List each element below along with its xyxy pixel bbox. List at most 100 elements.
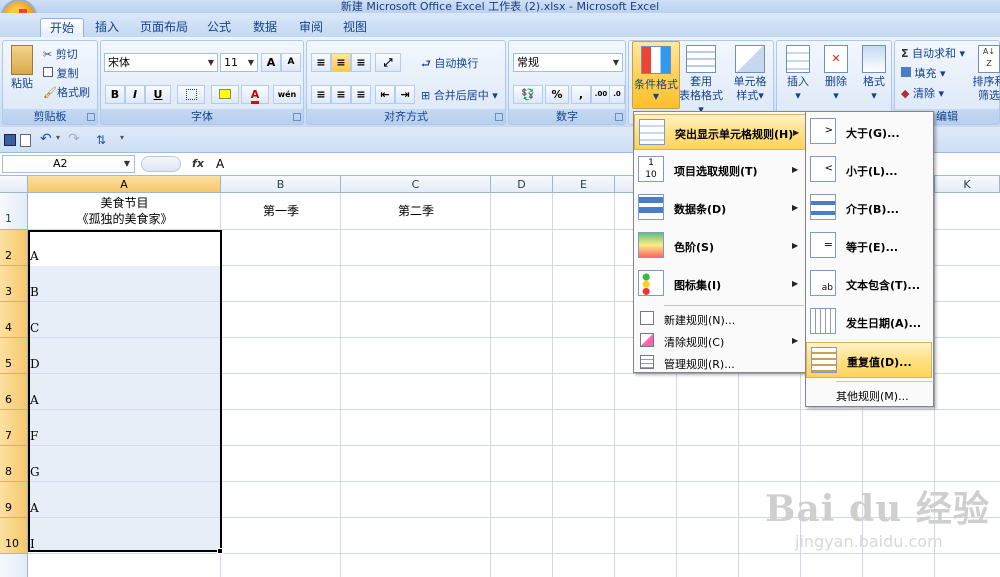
font-launcher-icon[interactable] bbox=[293, 113, 301, 121]
font-size-select[interactable]: 11 ▼ bbox=[220, 53, 258, 72]
row-header-5[interactable]: 5 bbox=[0, 338, 28, 374]
submenu-item-text-contains[interactable]: ab 文本包含(T)... bbox=[806, 266, 932, 302]
conditional-formatting-button[interactable]: 条件格式 ▼ bbox=[632, 41, 680, 109]
cell-a3[interactable]: B bbox=[30, 266, 39, 302]
submenu-item-greater-than[interactable]: > 大于(G)... bbox=[806, 114, 932, 150]
cell-a6[interactable]: A bbox=[30, 374, 39, 410]
alignment-launcher-icon[interactable] bbox=[495, 113, 503, 121]
delete-cells-button[interactable]: ✕ 删除 ▾ bbox=[819, 45, 853, 103]
undo-icon[interactable]: ↶ bbox=[40, 131, 52, 147]
row-header-10[interactable]: 10 bbox=[0, 518, 28, 554]
cell-b1[interactable]: 第一季 bbox=[221, 193, 341, 230]
currency-icon[interactable]: 💱 bbox=[513, 85, 543, 104]
align-left-icon[interactable]: ≡ bbox=[311, 85, 331, 104]
chevron-down-icon[interactable]: ▾ bbox=[56, 133, 60, 142]
menu-item-top-bottom-rules[interactable]: 1 10 项目选取规则(T) ▶ bbox=[634, 152, 806, 188]
tab-formulas[interactable]: 公式 bbox=[202, 18, 236, 37]
row-header-4[interactable]: 4 bbox=[0, 302, 28, 338]
submenu-item-date-occurring[interactable]: 发生日期(A)... bbox=[806, 304, 932, 340]
insert-cells-button[interactable]: 插入 ▾ bbox=[781, 45, 815, 103]
align-top-icon[interactable]: ≡ bbox=[311, 53, 331, 72]
submenu-item-between[interactable]: 介于(B)... bbox=[806, 190, 932, 226]
fill-button[interactable]: 填充 ▾ bbox=[901, 65, 946, 81]
menu-item-clear-rules[interactable]: 清除规则(C) ▶ bbox=[634, 330, 806, 351]
fill-handle[interactable] bbox=[217, 548, 223, 554]
row-header-3[interactable]: 3 bbox=[0, 266, 28, 302]
cell-a9[interactable]: A bbox=[30, 482, 39, 518]
redo-icon[interactable]: ↷ bbox=[68, 131, 80, 147]
column-header-e[interactable]: E bbox=[553, 176, 615, 193]
tab-home[interactable]: 开始 bbox=[40, 18, 84, 37]
menu-item-icon-sets[interactable]: 图标集(I) ▶ bbox=[634, 266, 806, 302]
decrease-indent-icon[interactable]: ⇤ bbox=[375, 85, 395, 104]
row-header-9[interactable]: 9 bbox=[0, 482, 28, 518]
row-header-11[interactable] bbox=[0, 554, 28, 577]
cell-styles-button[interactable]: 单元格 样式▾ bbox=[729, 45, 771, 103]
row-header-8[interactable]: 8 bbox=[0, 446, 28, 482]
tab-insert[interactable]: 插入 bbox=[90, 18, 124, 37]
cell-a10[interactable]: I bbox=[30, 518, 35, 554]
row-header-1[interactable]: 1 bbox=[0, 193, 28, 230]
menu-item-data-bars[interactable]: 数据条(D) ▶ bbox=[634, 190, 806, 226]
customize-qat-icon[interactable]: ▾ bbox=[120, 133, 124, 142]
formula-input[interactable]: A bbox=[216, 157, 224, 171]
select-all-corner[interactable] bbox=[0, 176, 28, 193]
number-format-select[interactable]: 常规 ▼ bbox=[513, 53, 623, 72]
grow-font-button[interactable]: A bbox=[261, 53, 281, 72]
wrap-text-button[interactable]: ⮐ 自动换行 bbox=[421, 55, 478, 74]
underline-button[interactable]: U bbox=[145, 85, 171, 104]
cell-a1[interactable]: 美食节目 《孤独的美食家》 bbox=[28, 193, 221, 230]
formula-bar-splitter[interactable] bbox=[141, 156, 181, 172]
format-painter-button[interactable]: 🖌格式刷 bbox=[43, 84, 90, 100]
copy-button[interactable]: 复制 bbox=[43, 65, 79, 81]
phonetic-button[interactable]: wén bbox=[273, 85, 301, 104]
cell-a2[interactable]: A bbox=[30, 230, 39, 266]
column-header-d[interactable]: D bbox=[491, 176, 553, 193]
name-box[interactable]: A2 ▼ bbox=[2, 155, 135, 173]
number-launcher-icon[interactable] bbox=[615, 113, 623, 121]
clipboard-launcher-icon[interactable] bbox=[87, 113, 95, 121]
increase-indent-icon[interactable]: ⇥ bbox=[395, 85, 415, 104]
percent-icon[interactable]: % bbox=[545, 85, 569, 104]
align-bottom-icon[interactable]: ≡ bbox=[351, 53, 371, 72]
italic-button[interactable]: I bbox=[125, 85, 145, 104]
save-icon[interactable] bbox=[4, 134, 16, 146]
active-cell-a2[interactable] bbox=[30, 232, 220, 266]
align-right-icon[interactable]: ≡ bbox=[351, 85, 371, 104]
align-middle-icon[interactable]: ≡ bbox=[331, 53, 351, 72]
comma-icon[interactable]: , bbox=[571, 85, 591, 104]
tab-page-layout[interactable]: 页面布局 bbox=[134, 18, 194, 37]
menu-item-color-scales[interactable]: 色阶(S) ▶ bbox=[634, 228, 806, 264]
submenu-item-more-rules[interactable]: 其他规则(M)... bbox=[806, 384, 932, 405]
increase-decimal-icon[interactable]: .00 bbox=[591, 85, 611, 104]
font-name-select[interactable]: 宋体 ▼ bbox=[104, 53, 218, 72]
sort-filter-button[interactable]: A↓Z 排序和筛选 bbox=[969, 45, 1000, 103]
clear-button[interactable]: ◆ 清除 ▾ bbox=[901, 85, 944, 101]
cell-a5[interactable]: D bbox=[30, 338, 40, 374]
insert-function-button[interactable]: fx bbox=[187, 155, 209, 173]
fill-color-button[interactable] bbox=[211, 85, 239, 104]
tab-review[interactable]: 审阅 bbox=[294, 18, 328, 37]
menu-item-new-rule[interactable]: 新建规则(N)... bbox=[634, 308, 806, 329]
shrink-font-button[interactable]: A bbox=[281, 53, 301, 72]
font-color-button[interactable]: A bbox=[241, 85, 269, 104]
paste-button[interactable]: 粘贴 bbox=[7, 45, 37, 91]
decrease-decimal-icon[interactable]: .0 bbox=[609, 85, 625, 104]
submenu-item-duplicate-values[interactable]: 重复值(D)... bbox=[806, 342, 932, 378]
bold-button[interactable]: B bbox=[105, 85, 125, 104]
column-header-k[interactable]: K bbox=[935, 176, 1000, 193]
sort-icon[interactable]: ⇅ bbox=[96, 133, 106, 147]
column-header-a[interactable]: A bbox=[28, 176, 221, 193]
orientation-icon[interactable]: ⤢ bbox=[375, 53, 401, 72]
format-as-table-button[interactable]: 套用 表格格式▾ bbox=[679, 45, 723, 117]
menu-item-manage-rules[interactable]: 管理规则(R)... bbox=[634, 352, 806, 373]
cell-a8[interactable]: G bbox=[30, 446, 40, 482]
menu-item-highlight-cells-rules[interactable]: 突出显示单元格规则(H) ▶ bbox=[634, 114, 806, 150]
format-cells-button[interactable]: 格式 ▾ bbox=[857, 45, 891, 103]
autosum-button[interactable]: Σ 自动求和 ▾ bbox=[901, 45, 965, 61]
borders-button[interactable] bbox=[177, 85, 205, 104]
tab-data[interactable]: 数据 bbox=[248, 18, 282, 37]
row-header-2[interactable]: 2 bbox=[0, 230, 28, 266]
new-file-icon[interactable] bbox=[20, 134, 31, 147]
column-header-c[interactable]: C bbox=[341, 176, 491, 193]
